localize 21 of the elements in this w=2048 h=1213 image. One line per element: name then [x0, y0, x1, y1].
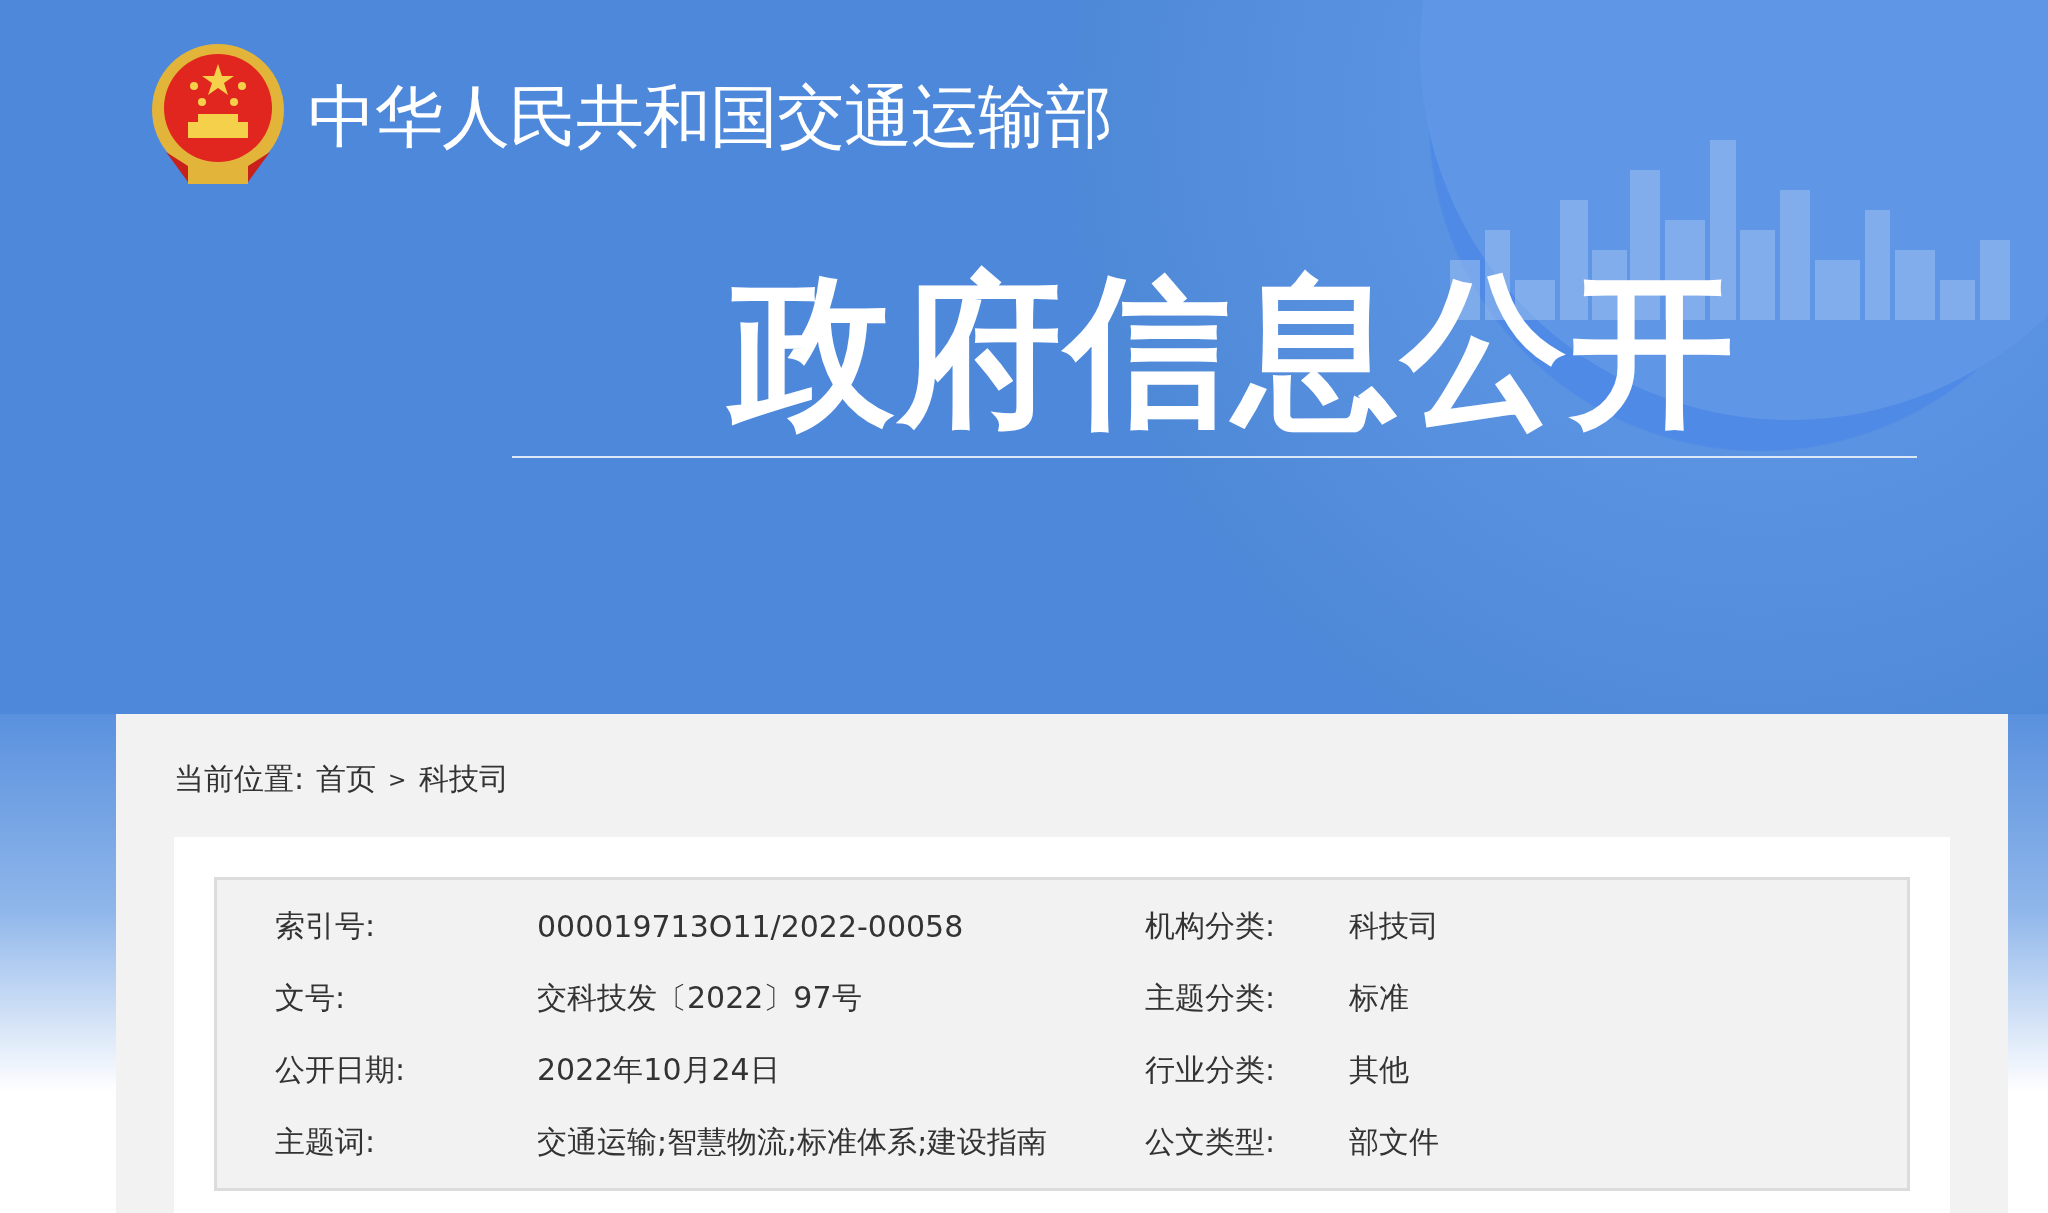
field-label: 行业分类:	[1145, 1050, 1277, 1089]
field-label: 机构分类:	[1145, 906, 1277, 945]
site-title: 中华人民共和国交通运输部	[308, 75, 1112, 158]
breadcrumb-separator: >	[388, 766, 407, 792]
field-value: 部文件	[1349, 1122, 1440, 1161]
field-label: 索引号:	[275, 906, 377, 945]
field-label: 公开日期:	[275, 1050, 407, 1089]
field-label: 主题词:	[275, 1122, 377, 1161]
breadcrumb-label: 当前位置:	[174, 759, 305, 798]
field-value: 科技司	[1349, 906, 1440, 945]
field-label: 公文类型:	[1145, 1122, 1277, 1161]
field-value: 交通运输;智慧物流;标准体系;建设指南	[537, 1122, 1049, 1161]
field-value: 交科技发〔2022〕97号	[537, 978, 863, 1017]
field-value: 其他	[1349, 1050, 1410, 1089]
breadcrumb-link[interactable]: 首页	[316, 758, 377, 800]
field-label: 文号:	[275, 978, 347, 1017]
field-label: 主题分类:	[1145, 978, 1277, 1017]
field-value: 000019713O11/2022-00058	[537, 908, 965, 944]
field-value: 标准	[1349, 978, 1410, 1017]
breadcrumb-link[interactable]: 科技司	[418, 758, 509, 800]
field-value: 2022年10月24日	[537, 1050, 781, 1089]
